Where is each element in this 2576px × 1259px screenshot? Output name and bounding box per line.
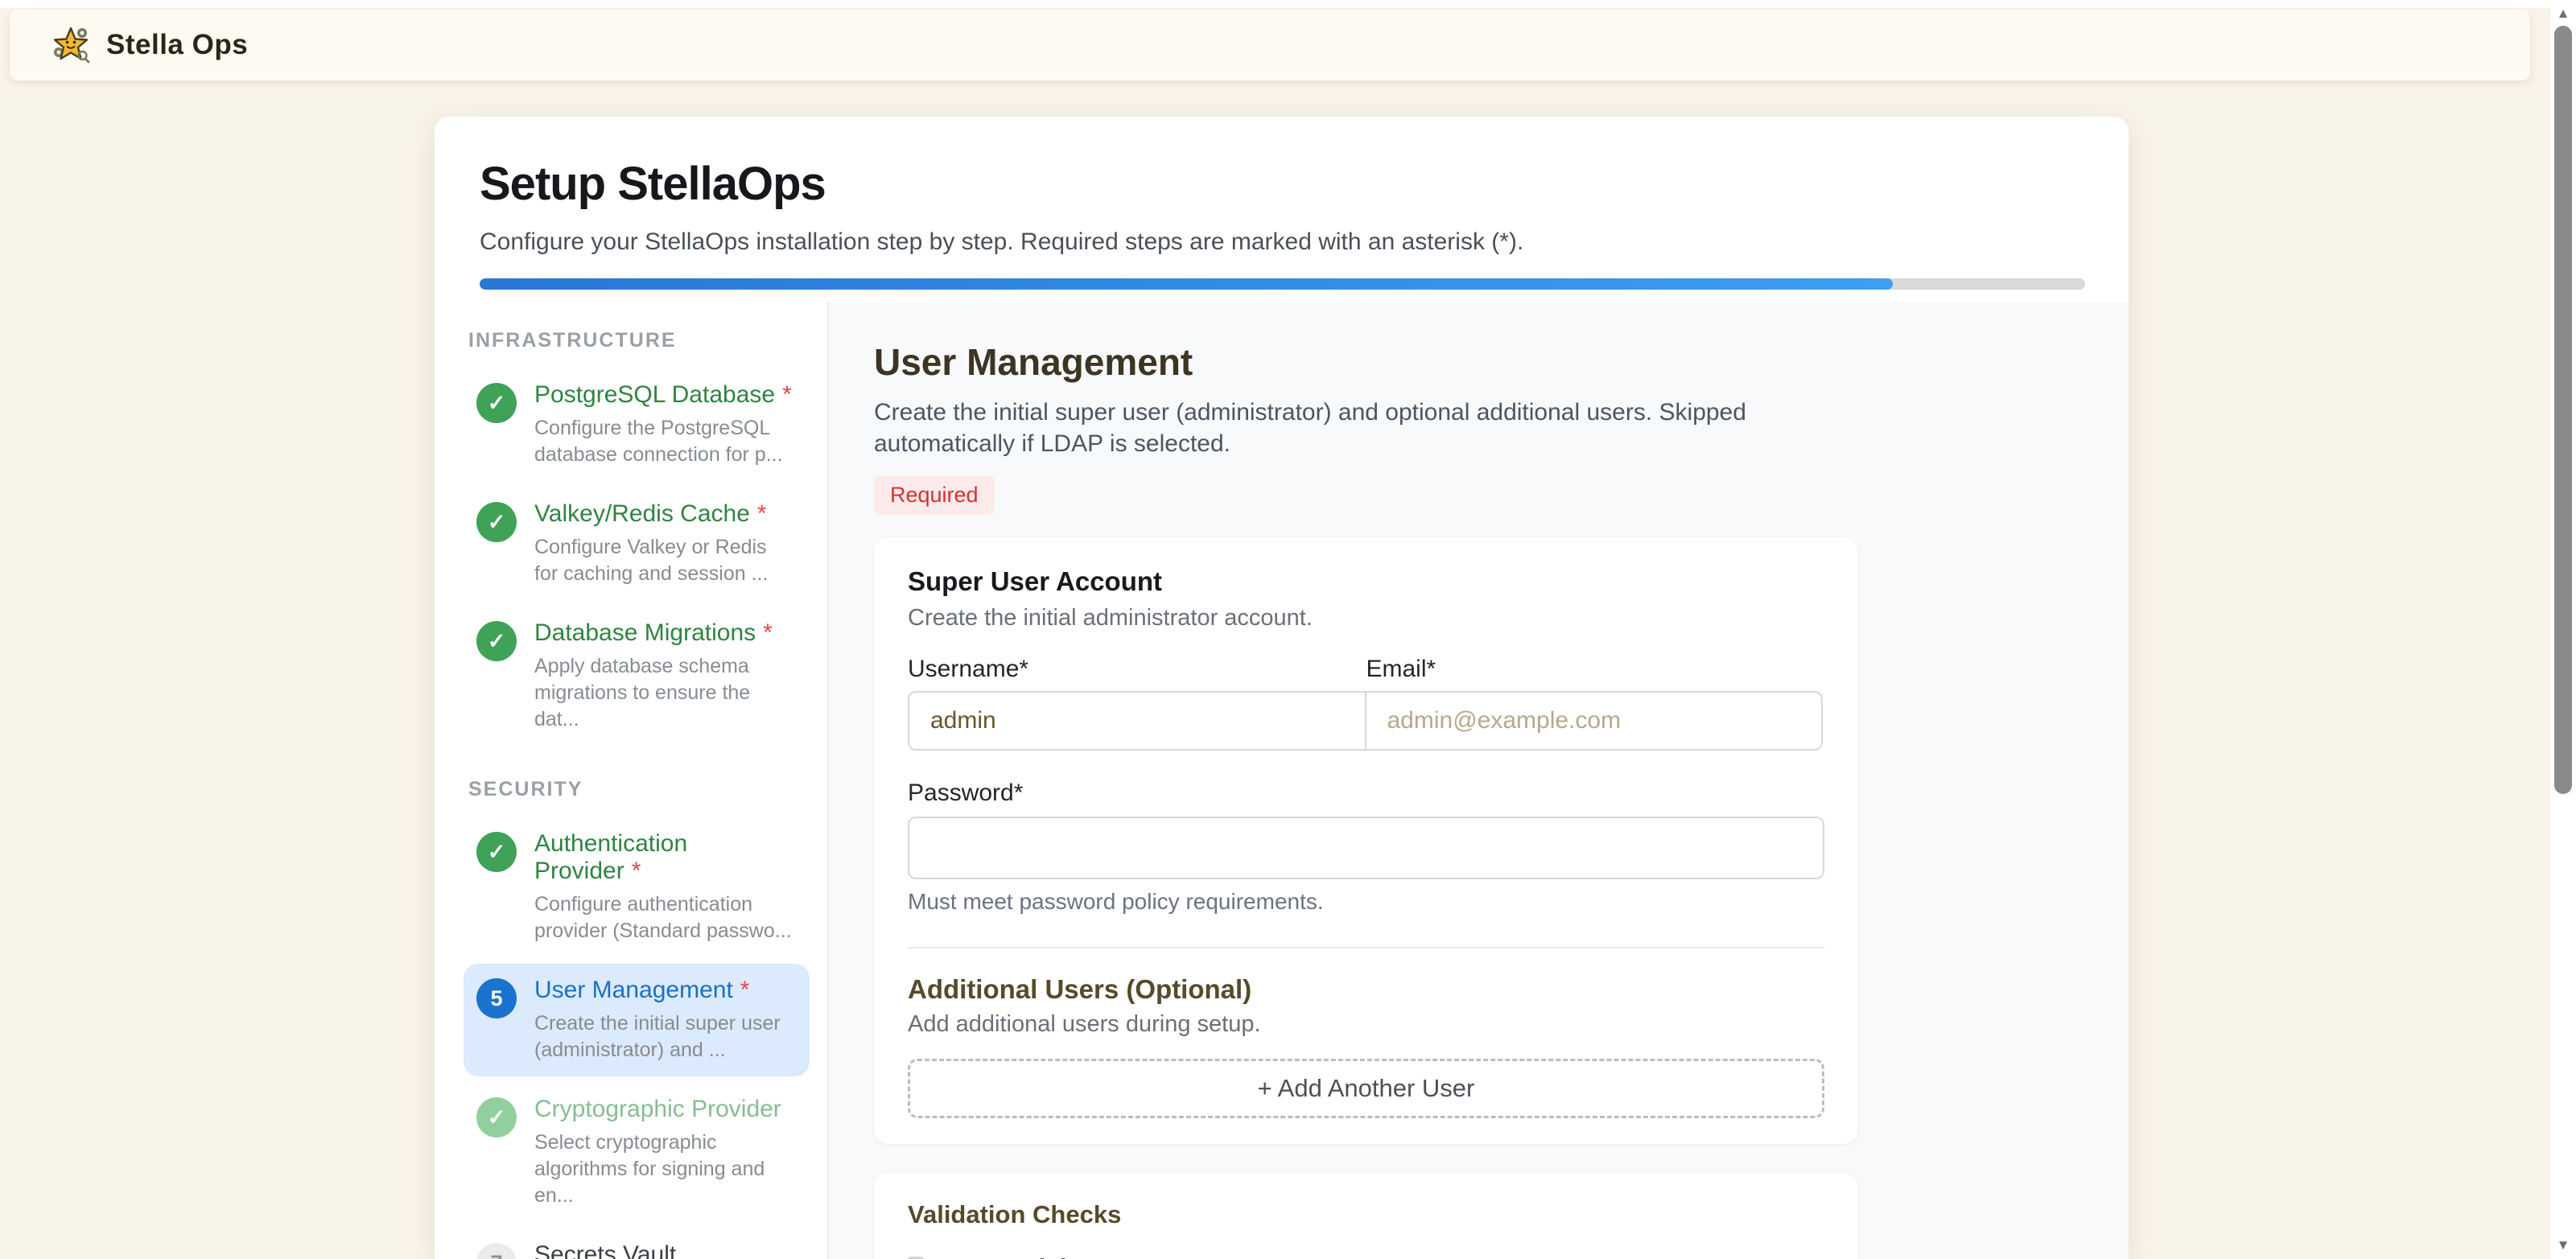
check-icon: ✓ — [476, 1097, 517, 1138]
app-root: Stella Ops Setup StellaOps Configure you… — [0, 0, 2576, 1259]
page-title: Setup StellaOps — [480, 157, 2083, 211]
sidebar-item-authentication-provider[interactable]: ✓ Authentication Provider* Configure aut… — [464, 817, 810, 957]
password-input[interactable] — [908, 817, 1824, 879]
sidebar-item-user-management[interactable]: 5 User Management* Create the initial su… — [464, 964, 810, 1076]
step-title: Secrets Vault — [534, 1241, 792, 1259]
required-asterisk: * — [757, 500, 767, 527]
password-helper-text: Must meet password policy requirements. — [908, 889, 1824, 915]
section-label-security: SECURITY — [468, 778, 808, 801]
step-content-panel: User Management Create the initial super… — [829, 302, 2129, 1259]
super-user-card: Super User Account Create the initial ad… — [874, 537, 1858, 1144]
email-input[interactable] — [1365, 691, 1824, 751]
setup-wizard-card: Setup StellaOps Configure your StellaOps… — [435, 117, 2129, 1259]
sidebar-item-cryptographic-provider[interactable]: ✓ Cryptographic Provider Select cryptogr… — [464, 1083, 810, 1222]
required-asterisk: * — [763, 619, 773, 646]
username-input[interactable] — [908, 691, 1366, 751]
step-heading: User Management — [874, 340, 2129, 384]
sidebar-item-secrets-vault[interactable]: 7 Secrets Vault Configure a secrets vaul… — [464, 1228, 810, 1259]
progress-bar — [480, 278, 2085, 290]
password-label: Password* — [908, 780, 1824, 807]
check-icon: ✓ — [476, 621, 517, 661]
brand-title: Stella Ops — [106, 29, 248, 61]
step-description-text: Create the initial super user (administr… — [874, 397, 1791, 459]
step-title: PostgreSQL Database* — [534, 381, 792, 409]
step-description: Create the initial super user (administr… — [534, 1010, 792, 1064]
check-icon: ✓ — [476, 502, 517, 542]
scrollbar-down-arrow[interactable]: ▼ — [2550, 1233, 2576, 1257]
email-label: Email* — [1366, 656, 1825, 683]
page-background: Stella Ops Setup StellaOps Configure you… — [0, 0, 2550, 1259]
step-number-badge: 5 — [476, 978, 517, 1018]
scrollbar-thumb[interactable] — [2554, 26, 2572, 794]
section-divider — [908, 947, 1824, 948]
add-another-user-button[interactable]: + Add Another User — [908, 1059, 1824, 1118]
required-asterisk: * — [740, 977, 750, 1003]
validation-checks-card: Validation Checks connectivity Check pas… — [874, 1173, 1858, 1259]
check-icon: ✓ — [476, 383, 517, 423]
scrollbar-up-arrow[interactable]: ▲ — [2550, 2, 2576, 26]
step-title: Valkey/Redis Cache* — [534, 500, 792, 528]
check-icon: ✓ — [476, 832, 517, 872]
steps-sidebar: INFRASTRUCTURE ✓ PostgreSQL Database* Co… — [435, 302, 829, 1259]
step-description: Configure the PostgreSQL database connec… — [534, 415, 792, 468]
step-title: Cryptographic Provider — [534, 1096, 792, 1123]
additional-users-subtitle: Add additional users during setup. — [908, 1011, 1824, 1038]
sidebar-item-postgresql-database[interactable]: ✓ PostgreSQL Database* Configure the Pos… — [464, 368, 810, 481]
step-number-badge: 7 — [476, 1243, 517, 1259]
step-description: Configure Valkey or Redis for caching an… — [534, 534, 792, 587]
step-title: User Management* — [534, 977, 792, 1004]
top-strip — [0, 0, 2550, 8]
app-header: Stella Ops — [10, 10, 2530, 80]
section-label-infrastructure: INFRASTRUCTURE — [468, 329, 808, 352]
step-description: Configure authentication provider (Stand… — [534, 891, 792, 944]
step-title: Authentication Provider* — [534, 830, 800, 885]
step-description: Select cryptographic algorithms for sign… — [534, 1129, 792, 1209]
validation-checks-title: Validation Checks — [908, 1200, 1824, 1229]
super-user-card-subtitle: Create the initial administrator account… — [908, 605, 1824, 632]
step-description: Apply database schema migrations to ensu… — [534, 653, 792, 733]
sidebar-item-valkey-redis-cache[interactable]: ✓ Valkey/Redis Cache* Configure Valkey o… — [464, 488, 810, 600]
sidebar-item-database-migrations[interactable]: ✓ Database Migrations* Apply database sc… — [464, 607, 810, 746]
wizard-header: Setup StellaOps Configure your StellaOps… — [435, 117, 2129, 302]
progress-fill — [480, 278, 1893, 290]
validation-check-row: connectivity Check passed — [908, 1253, 1824, 1259]
required-badge: Required — [874, 475, 995, 515]
step-title: Database Migrations* — [534, 619, 792, 647]
page-subtitle: Configure your StellaOps installation st… — [480, 228, 2083, 256]
required-asterisk: * — [632, 858, 641, 884]
username-label: Username* — [908, 656, 1366, 683]
required-asterisk: * — [782, 381, 792, 408]
super-user-card-title: Super User Account — [908, 566, 1824, 597]
wizard-body: INFRASTRUCTURE ✓ PostgreSQL Database* Co… — [435, 302, 2129, 1259]
check-name: connectivity — [943, 1253, 1089, 1259]
additional-users-title: Additional Users (Optional) — [908, 974, 1824, 1005]
stellaops-logo-icon — [52, 26, 90, 64]
vertical-scrollbar[interactable]: ▲ ▼ — [2550, 0, 2576, 1259]
